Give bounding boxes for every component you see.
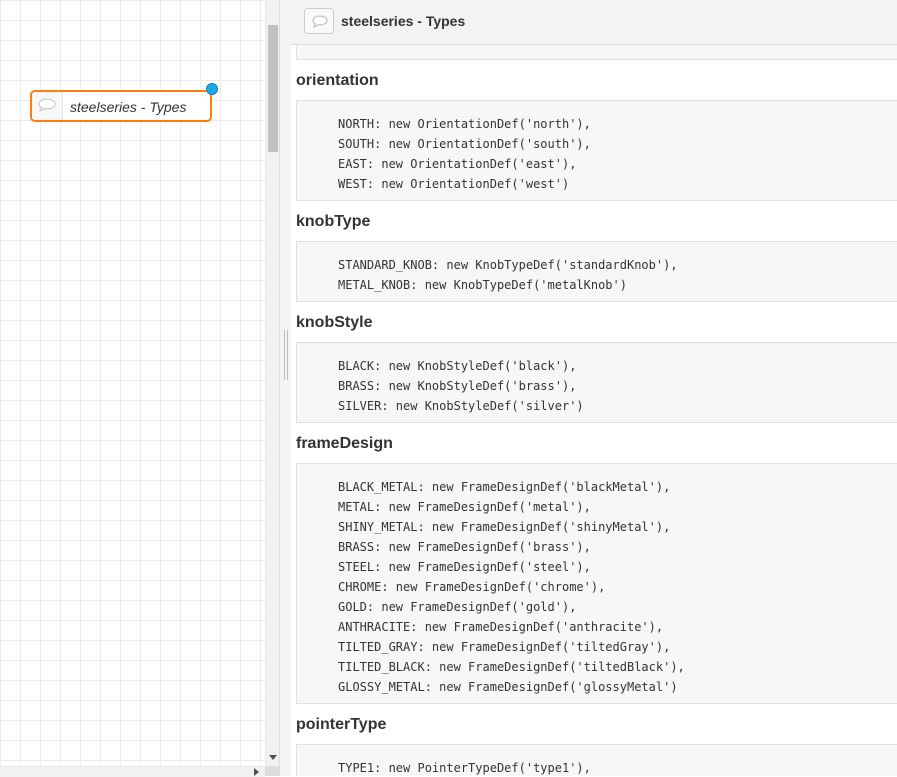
code-line: NORTH: new OrientationDef('north'),: [338, 117, 591, 131]
scroll-right-icon[interactable]: [254, 768, 259, 776]
code-line: BRASS: new KnobStyleDef('brass'),: [338, 379, 577, 393]
code-line: SHINY_METAL: new FrameDesignDef('shinyMe…: [338, 520, 671, 534]
code-line: BLACK_METAL: new FrameDesignDef('blackMe…: [338, 480, 671, 494]
code-block: BLACK_METAL: new FrameDesignDef('blackMe…: [296, 463, 897, 704]
code-block: STANDARD_KNOB: new KnobTypeDef('standard…: [296, 241, 897, 302]
node-status-port[interactable]: [206, 83, 218, 95]
node-label: steelseries - Types: [70, 99, 187, 115]
code-line: STEEL: new FrameDesignDef('steel'),: [338, 560, 591, 574]
canvas-vertical-scrollbar[interactable]: [265, 0, 280, 766]
canvas-horizontal-scrollbar[interactable]: [0, 766, 265, 777]
flow-canvas[interactable]: steelseries - Types: [0, 0, 265, 766]
splitter-grip[interactable]: [284, 330, 288, 380]
code-line: GLOSSY_METAL: new FrameDesignDef('glossy…: [338, 680, 678, 694]
comment-node[interactable]: steelseries - Types: [30, 83, 218, 122]
code-line: EAST: new OrientationDef('east'),: [338, 157, 577, 171]
code-line: BLACK: new KnobStyleDef('black'),: [338, 359, 577, 373]
code-line: TILTED_GRAY: new FrameDesignDef('tiltedG…: [338, 640, 671, 654]
code-line: BRASS: new FrameDesignDef('brass'),: [338, 540, 591, 554]
info-panel-title: steelseries - Types: [341, 13, 466, 29]
info-panel: orientation NORTH: new OrientationDef('no…: [291, 0, 897, 776]
scroll-corner: [265, 766, 279, 776]
section-title: frameDesign: [296, 435, 393, 452]
code-line: SOUTH: new OrientationDef('south'),: [338, 137, 591, 151]
node-icon-box: [32, 92, 63, 120]
code-line: STANDARD_KNOB: new KnobTypeDef('standard…: [338, 258, 678, 272]
comment-icon: [312, 15, 328, 28]
section-title: orientation: [296, 72, 379, 89]
info-panel-header: steelseries - Types: [291, 0, 897, 45]
header-node-icon[interactable]: [304, 8, 334, 34]
code-line: CHROME: new FrameDesignDef('chrome'),: [338, 580, 606, 594]
section-title: knobType: [296, 213, 371, 230]
code-line: GOLD: new FrameDesignDef('gold'),: [338, 600, 577, 614]
code-line: TILTED_BLACK: new FrameDesignDef('tilted…: [338, 660, 685, 674]
code-line: ANTHRACITE: new FrameDesignDef('anthraci…: [338, 620, 664, 634]
code-line: METAL: new FrameDesignDef('metal'),: [338, 500, 591, 514]
comment-icon: [38, 98, 56, 112]
code-line: SILVER: new KnobStyleDef('silver'): [338, 399, 584, 413]
scroll-down-icon[interactable]: [269, 755, 277, 760]
scrollbar-thumb[interactable]: [268, 25, 278, 152]
code-line: WEST: new OrientationDef('west'): [338, 177, 570, 191]
code-block: BLACK: new KnobStyleDef('black'), BRASS: …: [296, 342, 897, 423]
section-title: pointerType: [296, 716, 387, 733]
code-line: METAL_KNOB: new KnobTypeDef('metalKnob'): [338, 278, 627, 292]
code-line: TYPE1: new PointerTypeDef('type1'),: [338, 761, 591, 775]
code-block: TYPE1: new PointerTypeDef('type1'),: [296, 744, 897, 776]
code-block: NORTH: new OrientationDef('north'), SOUTH…: [296, 100, 897, 201]
section-title: knobStyle: [296, 314, 373, 331]
